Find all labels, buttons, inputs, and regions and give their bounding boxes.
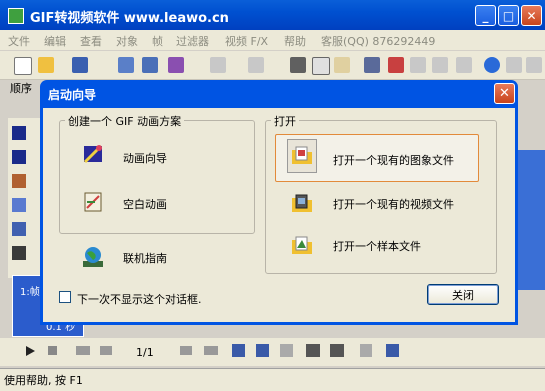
open-video-label: 打开一个现有的视频文件 [333, 198, 454, 211]
status-text: 使用帮助, 按 F1 [4, 374, 83, 387]
menu-help[interactable]: 帮助 [284, 33, 306, 49]
tool-icon-c[interactable] [456, 57, 472, 73]
frame-counter: 1/1 [136, 346, 154, 359]
text-tool-icon[interactable] [12, 150, 26, 164]
eyedropper-icon[interactable] [12, 246, 26, 260]
paste-icon[interactable] [334, 57, 350, 73]
dont-show-checkbox[interactable] [59, 291, 71, 303]
wizard-toolbar-icon[interactable] [168, 57, 184, 73]
frame-tool-a-icon[interactable] [306, 344, 320, 357]
video-folder-icon [292, 194, 312, 212]
frame-label: 1:帧 [20, 287, 40, 298]
redo-icon[interactable] [248, 57, 264, 73]
open-image-label: 打开一个现有的图象文件 [333, 154, 454, 167]
brush-icon[interactable] [12, 174, 26, 188]
frame-properties-icon[interactable] [386, 344, 399, 357]
online-guide-label: 联机指南 [123, 252, 167, 265]
delete-frame-icon[interactable] [280, 344, 293, 357]
frame-icon[interactable] [364, 57, 380, 73]
animation-wizard-label: 动画向导 [123, 152, 167, 165]
blank-animation-label: 空白动画 [123, 198, 167, 211]
save-icon[interactable] [72, 57, 88, 73]
frame-delete-icon[interactable] [388, 57, 404, 73]
menu-object[interactable]: 对象 [116, 33, 138, 49]
browser-icon[interactable] [484, 57, 500, 73]
new-icon[interactable] [14, 57, 32, 75]
minimize-button[interactable]: _ [475, 5, 496, 26]
open-sample-label: 打开一个样本文件 [333, 240, 421, 253]
frame-tool-c-icon[interactable] [360, 344, 372, 357]
tool-icon-d[interactable] [506, 57, 522, 73]
select-arrow-icon[interactable] [12, 126, 26, 140]
sample-folder-icon [292, 236, 312, 254]
first-frame-icon[interactable] [76, 346, 90, 355]
fill-icon[interactable] [12, 222, 26, 236]
menu-support-qq[interactable]: 客服(QQ) 876292449 [321, 33, 435, 49]
close-button[interactable]: ✕ [521, 5, 542, 26]
globe-icon [83, 247, 103, 267]
wizard-icon [83, 144, 103, 164]
canvas-area [517, 150, 545, 290]
dont-show-label: 下一次不显示这个对话框. [77, 293, 202, 306]
order-label: 顺序 [10, 82, 32, 95]
tool-icon-b[interactable] [432, 57, 448, 73]
last-frame-icon[interactable] [204, 346, 218, 355]
tool-icon-e[interactable] [526, 57, 542, 73]
blank-animation-icon [84, 192, 102, 212]
open-group-label: 打开 [271, 113, 299, 129]
image-folder-icon [292, 146, 312, 164]
menu-filter[interactable]: 过滤器 [176, 33, 209, 49]
menu-view[interactable]: 查看 [80, 33, 102, 49]
duplicate-frame-icon[interactable] [256, 344, 269, 357]
tool-icon-a[interactable] [410, 57, 426, 73]
open-folder-icon[interactable] [38, 57, 54, 73]
menu-video-fx[interactable]: 视频 F/X [225, 33, 268, 49]
app-icon [8, 8, 24, 24]
frame-tool-b-icon[interactable] [330, 344, 344, 357]
cut-icon[interactable] [290, 57, 306, 73]
play-icon[interactable] [26, 346, 35, 356]
undo-icon[interactable] [210, 57, 226, 73]
menu-edit[interactable]: 编辑 [44, 33, 66, 49]
menu-file[interactable]: 文件 [8, 33, 30, 49]
dialog-close-button[interactable]: ✕ [494, 83, 515, 104]
import-icon[interactable] [118, 57, 134, 73]
startup-wizard-dialog: 启动向导 ✕ 创建一个 GIF 动画方案 动画向导 空白动画 联机指南 打开 打… [40, 80, 518, 325]
add-frame-icon[interactable] [232, 344, 245, 357]
dialog-body: 创建一个 GIF 动画方案 动画向导 空白动画 联机指南 打开 打开一个现有的图… [43, 108, 515, 322]
create-group-label: 创建一个 GIF 动画方案 [65, 113, 185, 129]
maximize-button[interactable]: □ [498, 5, 519, 26]
copy-icon[interactable] [312, 57, 330, 75]
export-icon[interactable] [142, 57, 158, 73]
dialog-close-action-button[interactable]: 关闭 [427, 284, 499, 305]
create-animation-group [59, 120, 255, 234]
dialog-title: 启动向导 [48, 88, 97, 102]
next-frame-icon[interactable] [180, 346, 192, 355]
eraser-icon[interactable] [12, 198, 26, 212]
prev-frame-icon[interactable] [100, 346, 112, 355]
menu-frame[interactable]: 帧 [152, 33, 163, 49]
stop-icon[interactable] [48, 346, 57, 355]
app-title: GIF转视频软件 www.leawo.cn [30, 11, 229, 26]
